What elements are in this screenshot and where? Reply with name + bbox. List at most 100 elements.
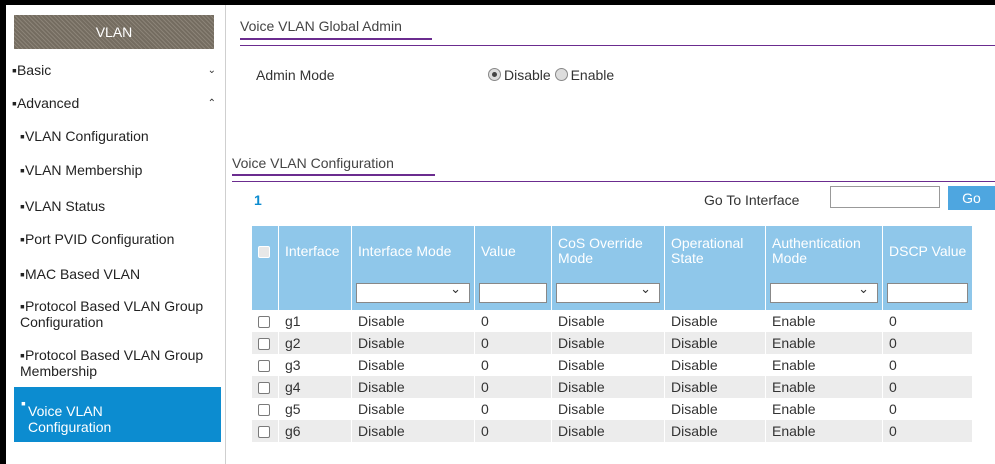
section-title-voice-vlan-configuration: Voice VLAN Configuration bbox=[232, 155, 394, 171]
admin-mode-enable-radio[interactable]: Enable bbox=[554, 67, 614, 83]
table-row[interactable]: g4 Disable 0 Disable Disable Enable 0 bbox=[252, 376, 973, 398]
column-header-operational-state[interactable]: Operational State bbox=[664, 226, 766, 276]
table-cell: 0 bbox=[882, 376, 973, 398]
interface-mode-filter-select[interactable] bbox=[356, 281, 470, 303]
table-row[interactable]: g2 Disable 0 Disable Disable Enable 0 bbox=[252, 332, 973, 354]
column-header-interface-mode[interactable]: Interface Mode bbox=[351, 226, 475, 276]
chevron-down-icon: ⌄ bbox=[207, 65, 216, 76]
sidebar-item-protocol-group-configuration[interactable]: ▪Protocol Based VLAN Group Configuration bbox=[20, 298, 210, 330]
table-cell: g6 bbox=[278, 420, 352, 442]
table-cell: 0 bbox=[882, 420, 973, 442]
table-row[interactable]: g6 Disable 0 Disable Disable Enable 0 bbox=[252, 420, 973, 442]
admin-mode-label: Admin Mode bbox=[256, 67, 335, 83]
table-cell: Disable bbox=[664, 376, 766, 398]
row-checkbox[interactable] bbox=[258, 426, 270, 439]
table-header-row: Interface Interface Mode Value CoS Overr… bbox=[252, 226, 973, 276]
table-row[interactable]: g3 Disable 0 Disable Disable Enable 0 bbox=[252, 354, 973, 376]
value-filter-input[interactable] bbox=[479, 283, 547, 303]
table-cell: 0 bbox=[474, 354, 552, 376]
table-cell: Disable bbox=[664, 420, 766, 442]
table-cell: Disable bbox=[351, 420, 475, 442]
select-all-checkbox[interactable] bbox=[258, 245, 270, 258]
section-underline bbox=[232, 174, 435, 176]
table-cell: 0 bbox=[474, 398, 552, 420]
page-number-link[interactable]: 1 bbox=[254, 192, 262, 208]
table-cell: 0 bbox=[474, 420, 552, 442]
table-cell: Enable bbox=[765, 310, 883, 332]
column-header-dscp-value[interactable]: DSCP Value bbox=[882, 226, 973, 276]
table-row[interactable]: g5 Disable 0 Disable Disable Enable 0 bbox=[252, 398, 973, 420]
table-cell: Disable bbox=[551, 310, 665, 332]
radio-selected-icon bbox=[488, 68, 501, 81]
table-cell: Enable bbox=[765, 420, 883, 442]
dscp-value-filter-input[interactable] bbox=[887, 283, 969, 303]
table-cell: Enable bbox=[765, 354, 883, 376]
section-title-global-admin: Voice VLAN Global Admin bbox=[240, 18, 402, 34]
table-cell: g2 bbox=[278, 332, 352, 354]
sidebar-item-port-pvid-configuration[interactable]: ▪Port PVID Configuration bbox=[20, 231, 174, 247]
sidebar-item-label: Basic bbox=[16, 62, 52, 78]
goto-interface-label: Go To Interface bbox=[704, 192, 800, 208]
table-cell: Enable bbox=[765, 332, 883, 354]
cos-override-mode-filter-select[interactable] bbox=[556, 281, 660, 303]
row-checkbox[interactable] bbox=[258, 360, 270, 373]
voice-vlan-table: Interface Interface Mode Value CoS Overr… bbox=[252, 226, 973, 442]
row-checkbox[interactable] bbox=[258, 382, 270, 395]
sidebar-item-label: Advanced bbox=[16, 95, 80, 111]
table-cell: g3 bbox=[278, 354, 352, 376]
table-cell: Disable bbox=[551, 398, 665, 420]
go-button[interactable]: Go bbox=[948, 186, 995, 210]
sidebar-item-protocol-group-membership[interactable]: ▪Protocol Based VLAN Group Membership bbox=[20, 347, 210, 379]
sidebar-item-basic[interactable]: ▪Basic ⌄ bbox=[12, 62, 216, 79]
column-header-value[interactable]: Value bbox=[474, 226, 552, 276]
section-divider bbox=[232, 181, 995, 182]
table-cell: 0 bbox=[882, 332, 973, 354]
chevron-up-icon: ⌃ bbox=[207, 98, 216, 109]
sidebar-item-vlan-configuration[interactable]: ▪VLAN Configuration bbox=[20, 128, 149, 144]
table-cell: g5 bbox=[278, 398, 352, 420]
authentication-mode-filter-select[interactable] bbox=[770, 281, 878, 303]
table-cell: 0 bbox=[882, 310, 973, 332]
table-cell: 0 bbox=[474, 376, 552, 398]
table-cell: Disable bbox=[551, 420, 665, 442]
table-cell: Disable bbox=[664, 354, 766, 376]
table-cell: 0 bbox=[882, 354, 973, 376]
column-header-interface[interactable]: Interface bbox=[278, 226, 352, 276]
table-cell: 0 bbox=[882, 398, 973, 420]
section-divider bbox=[240, 45, 995, 46]
table-cell: 0 bbox=[474, 310, 552, 332]
table-cell: Disable bbox=[664, 332, 766, 354]
sidebar-item-mac-based-vlan[interactable]: ▪MAC Based VLAN bbox=[20, 266, 140, 282]
row-checkbox[interactable] bbox=[258, 316, 270, 329]
sidebar-item-voice-vlan-configuration[interactable]: ▪ Voice VLAN Configuration bbox=[14, 387, 221, 442]
table-cell: Disable bbox=[351, 376, 475, 398]
table-cell: Disable bbox=[351, 310, 475, 332]
sidebar: VLAN ▪Basic ⌄ ▪Advanced ⌃ ▪VLAN Configur… bbox=[6, 5, 226, 464]
table-cell: Disable bbox=[664, 310, 766, 332]
goto-interface-input[interactable] bbox=[830, 186, 940, 208]
table-cell: Disable bbox=[351, 332, 475, 354]
table-cell: Disable bbox=[351, 398, 475, 420]
column-header-cos-override-mode[interactable]: CoS Override Mode bbox=[551, 226, 665, 276]
radio-unselected-icon bbox=[554, 68, 568, 81]
admin-mode-radio-group: Disable Enable bbox=[488, 67, 614, 83]
column-header-authentication-mode[interactable]: Authentication Mode bbox=[765, 226, 883, 276]
table-cell: Disable bbox=[551, 354, 665, 376]
row-checkbox[interactable] bbox=[258, 338, 270, 351]
table-cell: Enable bbox=[765, 376, 883, 398]
table-cell: g4 bbox=[278, 376, 352, 398]
sidebar-item-advanced[interactable]: ▪Advanced ⌃ bbox=[12, 95, 216, 112]
table-row[interactable]: g1 Disable 0 Disable Disable Enable 0 bbox=[252, 310, 973, 332]
sidebar-item-vlan-status[interactable]: ▪VLAN Status bbox=[20, 198, 105, 214]
table-cell: Disable bbox=[664, 398, 766, 420]
select-all-header bbox=[252, 226, 279, 276]
admin-mode-disable-radio[interactable]: Disable bbox=[488, 67, 551, 83]
table-cell: Disable bbox=[551, 332, 665, 354]
table-cell: g1 bbox=[278, 310, 352, 332]
table-cell: Enable bbox=[765, 398, 883, 420]
row-checkbox[interactable] bbox=[258, 404, 270, 417]
section-underline bbox=[240, 38, 432, 40]
filter-row bbox=[252, 276, 973, 310]
sidebar-item-vlan-membership[interactable]: ▪VLAN Membership bbox=[20, 162, 142, 178]
table-cell: Disable bbox=[351, 354, 475, 376]
